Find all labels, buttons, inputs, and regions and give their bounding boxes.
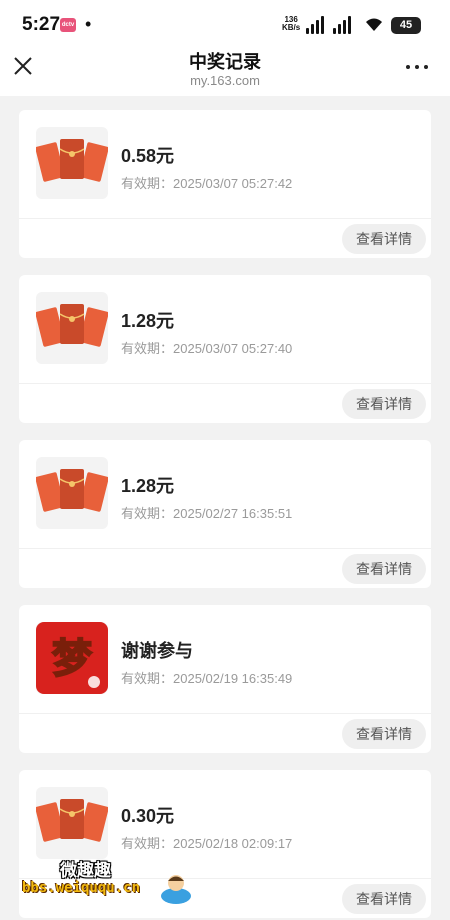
wifi-icon <box>366 18 382 31</box>
divider <box>19 218 431 219</box>
record-card: 1.28元有效期：2025/02/27 16:35:51 查看详情 <box>19 440 431 588</box>
top-bar: 5:27 dctv • 136 KB/s 45 中奖记录 my.163.com <box>0 0 450 96</box>
record-expiry: 有效期：2025/03/07 05:27:42 <box>121 176 293 191</box>
record-expiry: 有效期：2025/02/18 02:09:17 <box>121 836 293 851</box>
svg-text:梦: 梦 <box>52 636 92 682</box>
view-details-button[interactable]: 查看详情 <box>342 719 426 749</box>
signal-icon <box>306 16 328 34</box>
record-amount: 1.28元 <box>121 476 175 496</box>
status-bar: 5:27 dctv • 136 KB/s 45 <box>0 0 450 46</box>
record-amount: 1.28元 <box>121 311 175 331</box>
watermark: 微趣趣 bbs.weiququ.cn <box>22 852 202 912</box>
red-envelope-icon <box>36 457 108 529</box>
red-envelope-icon <box>36 787 108 859</box>
status-dot: • <box>85 14 92 34</box>
page-title: 中奖记录 <box>189 52 261 72</box>
record-amount: 0.30元 <box>121 806 175 826</box>
app-notification-icon: dctv <box>60 18 76 32</box>
record-expiry: 有效期：2025/02/27 16:35:51 <box>121 506 293 521</box>
network-speed-unit: KB/s <box>282 23 301 32</box>
red-envelope-icon <box>36 292 108 364</box>
record-expiry: 有效期：2025/03/07 05:27:40 <box>121 341 293 356</box>
record-expiry: 有效期：2025/02/19 16:35:49 <box>121 671 293 686</box>
signal-icon-2 <box>333 16 355 34</box>
divider <box>19 383 431 384</box>
record-card: 梦 谢谢参与有效期：2025/02/19 16:35:49 查看详情 <box>19 605 431 753</box>
view-details-button[interactable]: 查看详情 <box>342 884 426 914</box>
record-card: 1.28元有效期：2025/03/07 05:27:40 查看详情 <box>19 275 431 423</box>
record-amount: 谢谢参与 <box>121 641 193 661</box>
divider <box>19 548 431 549</box>
status-time: 5:27 <box>22 14 61 35</box>
network-speed: 136 KB/s <box>282 16 300 32</box>
red-envelope-icon <box>36 127 108 199</box>
mascot-icon <box>161 875 191 904</box>
watermark-title: 微趣趣 <box>60 861 111 880</box>
game-logo-icon: 梦 <box>36 622 108 694</box>
view-details-button[interactable]: 查看详情 <box>342 389 426 419</box>
page-url: my.163.com <box>190 73 260 88</box>
record-card: 0.58元有效期：2025/03/07 05:27:42 查看详情 <box>19 110 431 258</box>
view-details-button[interactable]: 查看详情 <box>342 554 426 584</box>
more-options-icon[interactable] <box>402 57 432 77</box>
view-details-button[interactable]: 查看详情 <box>342 224 426 254</box>
battery-icon: 45 <box>391 17 421 34</box>
watermark-url: bbs.weiququ.cn <box>22 880 141 896</box>
divider <box>19 713 431 714</box>
record-amount: 0.58元 <box>121 146 175 166</box>
